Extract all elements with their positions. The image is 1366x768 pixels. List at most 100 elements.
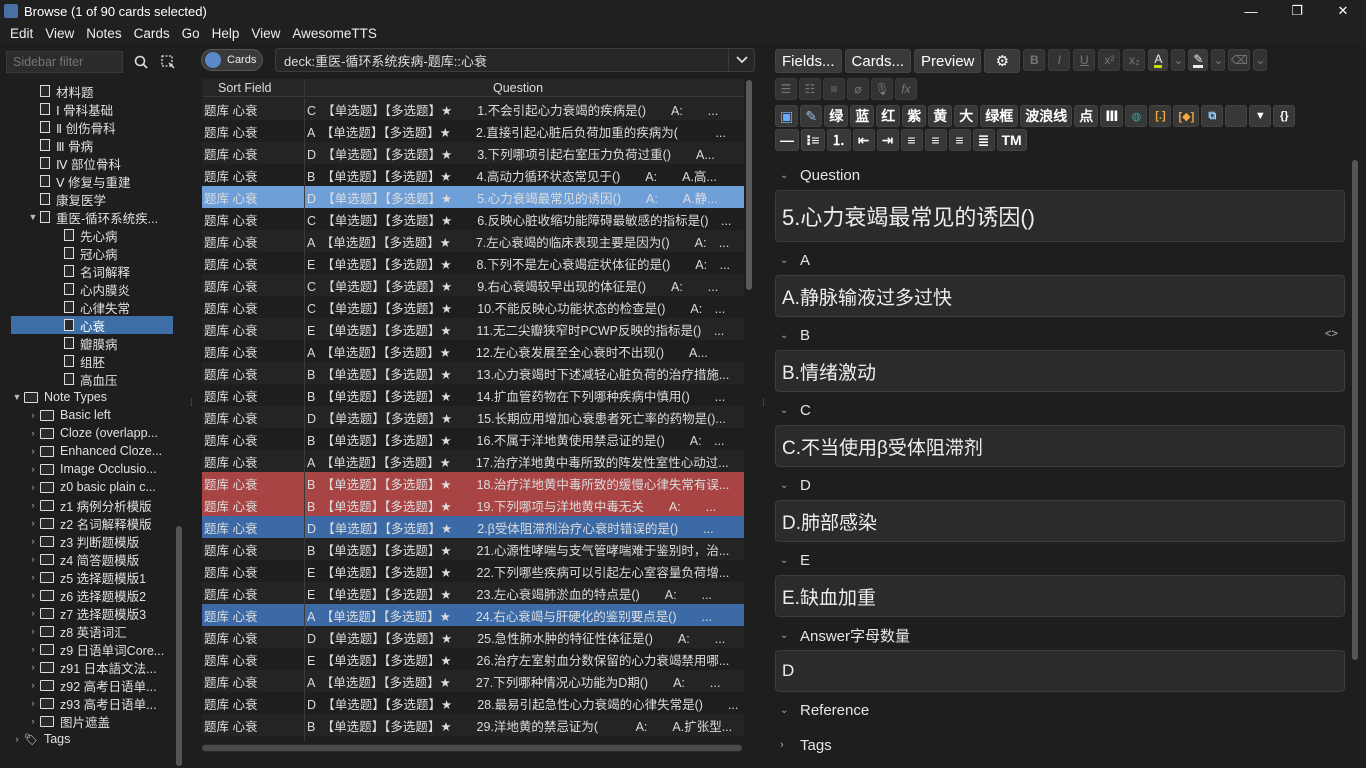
blank-icon[interactable] (1225, 105, 1248, 127)
cards-button[interactable]: Cards... (844, 49, 912, 73)
sidebar-item[interactable]: ▼ Note Types (0, 388, 174, 406)
column-header-sort-field[interactable]: Sort Field (218, 81, 272, 95)
menu-view-2[interactable]: View (245, 26, 286, 41)
table-row[interactable]: 题库 心衰 A 【单选题】【多选题】★ 12.左心衰发展至全心衰时不出现() A.… (202, 340, 744, 362)
chevron-right-icon[interactable]: › (26, 554, 40, 564)
table-horizontal-scrollbar[interactable] (202, 744, 742, 752)
chevron-right-icon[interactable]: › (26, 446, 40, 456)
align-left-icon[interactable]: ≡ (924, 129, 947, 151)
search-input[interactable]: deck:重医-循环系统疾病-题库::心衰 (275, 48, 755, 72)
chevron-right-icon[interactable]: › (26, 644, 40, 654)
sidebar-item[interactable]: › z6 选择题模版2 (0, 586, 174, 604)
table-row[interactable]: 题库 心衰 A 【单选题】【多选题】★ 24.右心衰竭与肝硬化的鉴别要点是() .… (202, 604, 744, 626)
table-row[interactable]: 题库 心衰 C 【单选题】【多选题】★ 10.不能反映心功能状态的检查是() A:… (202, 296, 744, 318)
sidebar-item[interactable]: Ⅴ 修复与重建 (0, 172, 174, 190)
chevron-down-icon[interactable]: ⌄ (780, 170, 800, 181)
chevron-down-icon[interactable]: ⌄ (1211, 49, 1226, 71)
sidebar-item[interactable]: Ⅱ 创伤骨科 (0, 118, 174, 136)
chevron-right-icon[interactable]: › (26, 464, 40, 474)
bold-icon[interactable]: B (1023, 49, 1046, 71)
menu-go[interactable]: Go (176, 26, 206, 41)
sidebar-item[interactable]: 组胚 (0, 352, 174, 370)
code-toggle-icon[interactable]: <> (1325, 328, 1338, 340)
indent-icon[interactable]: ⇥ (876, 129, 899, 151)
table-row[interactable]: 题库 心衰 E 【单选题】【多选题】★ 22.下列哪些疾病可以引起左心室容量负荷增… (202, 560, 744, 582)
sidebar-item[interactable]: › Image Occlusio... (0, 460, 174, 478)
chevron-down-icon[interactable]: ▼ (10, 392, 24, 402)
align-right-icon[interactable]: ≡ (948, 129, 971, 151)
table-row[interactable]: 题库 心衰 C 【单选题】【多选题】★ 9.右心衰竭较早出现的体征是() A: .… (202, 274, 744, 296)
field-editor-option-b[interactable]: B.情绪激动 (775, 350, 1345, 392)
chevron-down-icon[interactable]: ⌄ (780, 555, 800, 566)
tags-row[interactable]: › Tags (780, 734, 832, 756)
custom-format-button[interactable]: 绿 (824, 105, 849, 127)
sidebar-item[interactable]: › z9 日语单词Core... (0, 640, 174, 658)
menu-cards[interactable]: Cards (128, 26, 176, 41)
restore-button[interactable]: ❐ (1274, 0, 1320, 22)
sidebar-item[interactable]: Ⅰ 骨科基础 (0, 100, 174, 118)
column-header-question[interactable]: Question (493, 81, 543, 95)
menu-help[interactable]: Help (206, 26, 246, 41)
sidebar-item[interactable]: › z1 病例分析模版 (0, 496, 174, 514)
table-row[interactable]: 题库 心衰 D 【单选题】【多选题】★ 15.长期应用增加心衰患者死亡率的药物是(… (202, 406, 744, 428)
field-header[interactable]: ⌄ Reference (780, 698, 869, 722)
sidebar-filter-input[interactable] (6, 51, 123, 73)
custom-format-button[interactable]: 红 (876, 105, 901, 127)
sidebar-item[interactable]: › z7 选择题模版3 (0, 604, 174, 622)
field-editor-option-e[interactable]: E.缺血加重 (775, 575, 1345, 617)
bullet-list-icon[interactable]: ⁝≡ (801, 129, 825, 151)
sidebar-item[interactable]: › Enhanced Cloze... (0, 442, 174, 460)
brush-icon[interactable]: ✎ (800, 105, 823, 127)
globe-icon[interactable]: ◍ (1125, 105, 1148, 127)
sidebar-scrollbar[interactable] (176, 526, 182, 766)
chevron-right-icon[interactable]: › (26, 482, 40, 492)
sidebar-item[interactable]: › z91 日本語文法... (0, 658, 174, 676)
table-row[interactable]: 题库 心衰 B 【单选题】【多选题】★ 18.治疗洋地黄中毒所致的缓慢心律失常有误… (202, 472, 744, 494)
table-row[interactable]: 题库 心衰C 【单选题】【多选题】★ 30.组成心衰综合症的主要症状是() A:… (202, 736, 744, 742)
chevron-right-icon[interactable]: › (26, 680, 40, 690)
outdent-icon[interactable]: ⇤ (852, 129, 875, 151)
search-icon[interactable] (130, 51, 152, 73)
chevron-right-icon[interactable]: › (26, 590, 40, 600)
table-row[interactable]: 题库 心衰 C 【单选题】【多选题】★ 1.不会引起心力衰竭的疾病是() A: .… (202, 98, 744, 120)
chevron-right-icon[interactable]: › (26, 662, 40, 672)
sidebar-item[interactable]: › Basic left (0, 406, 174, 424)
table-row[interactable]: 题库 心衰 E 【单选题】【多选题】★ 11.无二尖瓣狭窄时PCWP反映的指标是(… (202, 318, 744, 340)
sidebar-item[interactable]: 心衰 (11, 316, 173, 334)
chevron-down-icon[interactable]: ⌄ (1171, 49, 1186, 71)
field-header[interactable]: ⌄ C (780, 398, 811, 422)
sidebar-item[interactable]: 心律失常 (0, 298, 174, 316)
chevron-right-icon[interactable]: › (26, 698, 40, 708)
sidebar-item[interactable]: Ⅲ 骨病 (0, 136, 174, 154)
select-tool-icon[interactable] (157, 51, 179, 73)
table-row[interactable]: 题库 心衰 D 【单选题】【多选题】★ 25.急性肺水肿的特征性体征是() A: … (202, 626, 744, 648)
italic-icon[interactable]: I (1048, 49, 1071, 71)
text-color-icon[interactable]: A (1148, 49, 1169, 71)
custom-format-button[interactable]: Ⅲ (1100, 105, 1124, 127)
chevron-down-icon[interactable]: ⌄ (780, 255, 800, 266)
field-editor-question[interactable]: 5.心力衰竭最常见的诱因() (775, 190, 1345, 242)
chevron-right-icon[interactable]: › (26, 536, 40, 546)
eraser-icon[interactable]: ⌫ (1228, 49, 1251, 71)
cloze-icon[interactable]: ⧉ (1201, 105, 1224, 127)
table-row[interactable]: 题库 心衰 E 【单选题】【多选题】★ 8.下列不是左心衰竭症状体征的是() A:… (202, 252, 744, 274)
fields-button[interactable]: Fields... (775, 49, 842, 73)
table-row[interactable]: 题库 心衰 B 【单选题】【多选题】★ 16.不属于洋地黄使用禁忌证的是() A:… (202, 428, 744, 450)
editor-scrollbar[interactable] (1352, 160, 1358, 660)
table-row[interactable]: 题库 心衰 B 【单选题】【多选题】★ 21.心源性哮喘与支气管哮喘难于鉴别时，治… (202, 538, 744, 560)
justify-icon[interactable]: ≣ (972, 129, 995, 151)
superscript-icon[interactable]: x² (1098, 49, 1121, 71)
bracket-icon[interactable]: [.] (1149, 105, 1172, 127)
scroll-thumb[interactable] (746, 80, 752, 290)
sidebar-item[interactable]: 康复医学 (0, 190, 174, 208)
table-row[interactable]: 题库 心衰 A 【单选题】【多选题】★ 17.治疗洋地黄中毒所致的阵发性室性心动过… (202, 450, 744, 472)
chevron-right-icon[interactable]: › (10, 734, 24, 744)
table-row[interactable]: 题库 心衰 D 【单选题】【多选题】★ 2.β受体阻滞剂治疗心衰时错误的是() .… (202, 516, 744, 538)
custom-format-button[interactable]: 波浪线 (1020, 105, 1073, 127)
sidebar-item[interactable]: 瓣膜病 (0, 334, 174, 352)
chevron-right-icon[interactable]: › (26, 626, 40, 636)
sidebar-item[interactable]: › z4 简答题模版 (0, 550, 174, 568)
braces-icon[interactable]: {} (1273, 105, 1296, 127)
sidebar-item[interactable]: › z93 高考日语单... (0, 694, 174, 712)
align-icon[interactable]: ≡ (823, 78, 845, 100)
